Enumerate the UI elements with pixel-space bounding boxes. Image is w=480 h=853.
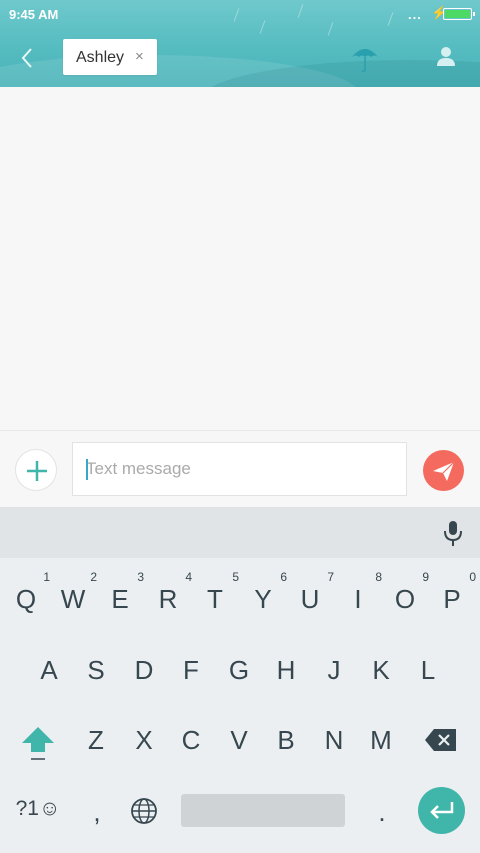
language-key[interactable] bbox=[130, 797, 158, 825]
key-o[interactable]: O9 bbox=[385, 570, 429, 615]
message-thread bbox=[0, 87, 480, 430]
shift-arrow-icon bbox=[22, 727, 54, 760]
shift-key[interactable] bbox=[20, 725, 56, 763]
notification-dots: ... bbox=[408, 7, 422, 22]
message-composer bbox=[0, 430, 480, 507]
microphone-icon bbox=[444, 521, 462, 546]
recipient-chip[interactable]: Ashley × bbox=[63, 39, 157, 75]
symbols-key[interactable]: ?1☺ bbox=[12, 797, 64, 821]
key-r[interactable]: R4 bbox=[148, 570, 192, 615]
contact-button[interactable] bbox=[434, 44, 458, 68]
send-plane-icon bbox=[433, 461, 455, 481]
key-h[interactable]: H bbox=[266, 655, 306, 686]
key-a[interactable]: A bbox=[29, 655, 69, 686]
key-p[interactable]: P0 bbox=[432, 570, 476, 615]
key-i[interactable]: I8 bbox=[338, 570, 382, 615]
back-button[interactable] bbox=[14, 44, 42, 72]
key-b[interactable]: B bbox=[266, 725, 306, 756]
period-key[interactable]: . bbox=[362, 797, 402, 828]
key-s[interactable]: S bbox=[76, 655, 116, 686]
key-c[interactable]: C bbox=[171, 725, 211, 756]
keyboard-suggestion-bar bbox=[0, 507, 480, 558]
weather-umbrella-icon bbox=[350, 43, 380, 73]
text-cursor bbox=[86, 459, 88, 480]
attach-button[interactable] bbox=[15, 449, 57, 491]
app-header: 9:45 AM ... ⚡ Ashley × bbox=[0, 0, 480, 87]
person-icon bbox=[437, 47, 455, 66]
remove-recipient-icon[interactable]: × bbox=[135, 48, 144, 65]
key-d[interactable]: D bbox=[124, 655, 164, 686]
key-m[interactable]: M bbox=[361, 725, 401, 756]
globe-icon bbox=[131, 798, 157, 824]
key-v[interactable]: V bbox=[219, 725, 259, 756]
key-k[interactable]: K bbox=[361, 655, 401, 686]
key-x[interactable]: X bbox=[124, 725, 164, 756]
key-u[interactable]: U7 bbox=[290, 570, 334, 615]
key-e[interactable]: E3 bbox=[100, 570, 144, 615]
key-j[interactable]: J bbox=[314, 655, 354, 686]
enter-arrow-icon bbox=[430, 802, 454, 819]
chevron-left-icon bbox=[21, 48, 32, 68]
backspace-key[interactable] bbox=[424, 728, 458, 752]
key-q[interactable]: Q1 bbox=[6, 570, 50, 615]
key-w[interactable]: W2 bbox=[53, 570, 97, 615]
key-l[interactable]: L bbox=[408, 655, 448, 686]
key-t[interactable]: T5 bbox=[195, 570, 239, 615]
backspace-icon bbox=[425, 729, 456, 751]
battery-icon bbox=[443, 8, 475, 20]
key-z[interactable]: Z bbox=[76, 725, 116, 756]
recipient-name: Ashley bbox=[76, 49, 125, 66]
status-bar: 9:45 AM ... ⚡ bbox=[0, 0, 480, 28]
message-input[interactable] bbox=[72, 442, 407, 496]
key-y[interactable]: Y6 bbox=[243, 570, 287, 615]
enter-key[interactable] bbox=[418, 787, 465, 834]
space-key[interactable] bbox=[181, 794, 345, 827]
comma-key[interactable]: , bbox=[77, 797, 117, 828]
on-screen-keyboard: Q1 W2 E3 R4 T5 Y6 U7 I8 O9 P0 A S D F G … bbox=[0, 507, 480, 853]
voice-input-button[interactable] bbox=[442, 519, 464, 547]
status-time: 9:45 AM bbox=[9, 7, 59, 22]
key-g[interactable]: G bbox=[219, 655, 259, 686]
plus-icon bbox=[27, 461, 47, 481]
key-n[interactable]: N bbox=[314, 725, 354, 756]
key-f[interactable]: F bbox=[171, 655, 211, 686]
send-button[interactable] bbox=[423, 450, 464, 491]
